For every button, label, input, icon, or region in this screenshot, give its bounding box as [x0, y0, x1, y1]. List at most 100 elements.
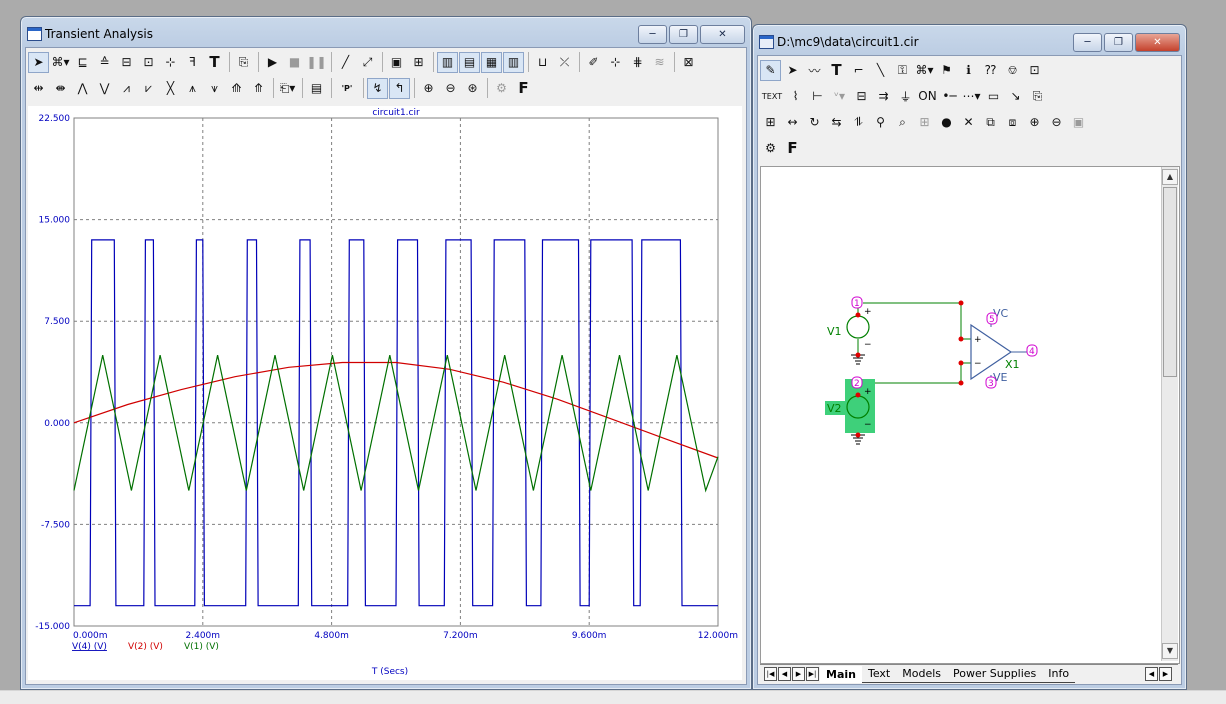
- rotate-icon[interactable]: ↻: [804, 112, 825, 133]
- text-tool-icon[interactable]: T: [204, 52, 225, 73]
- zoom-in-icon[interactable]: ⊕: [418, 78, 439, 99]
- global-low-icon[interactable]: ⩛: [204, 78, 225, 99]
- plot-panel[interactable]: 22.500 15.000 7.500 0.000 -7.500 -15.000 0.00…: [28, 106, 742, 680]
- pause-icon[interactable]: ❚❚: [306, 52, 327, 73]
- minimize-button[interactable]: ─: [638, 25, 667, 44]
- flip-v-icon[interactable]: ⥮: [848, 112, 869, 133]
- schematic-vertical-scrollbar[interactable]: ▲ ▼: [1161, 167, 1178, 661]
- zoom-fit-icon[interactable]: ⊛: [462, 78, 483, 99]
- y-cursor-icon[interactable]: ↰: [389, 77, 410, 99]
- run-icon[interactable]: ▶: [262, 52, 283, 73]
- close-button[interactable]: ✕: [700, 25, 745, 44]
- mirror-icon[interactable]: ↔: [782, 112, 803, 133]
- cursor-right-icon[interactable]: ⇼: [50, 78, 71, 99]
- plot-p-icon[interactable]: 'P': [335, 78, 359, 99]
- zoom-out-icon[interactable]: ⊖: [1046, 112, 1067, 133]
- global-settings-icon[interactable]: ⚙: [760, 138, 781, 159]
- graph-text-icon[interactable]: ⊑: [72, 52, 93, 73]
- cancel-icon[interactable]: ✕: [958, 112, 979, 133]
- wire-dots-icon[interactable]: •─: [939, 86, 960, 107]
- graphics-dropdown-icon[interactable]: ⌘▾: [914, 60, 935, 81]
- font-tag-icon[interactable]: ꟻ: [182, 52, 203, 73]
- valley-search-icon[interactable]: ⋁: [94, 78, 115, 99]
- tab-text[interactable]: Text: [861, 665, 897, 683]
- x-cursor-icon[interactable]: ↯: [367, 77, 388, 99]
- pin-icon[interactable]: ⊢: [807, 86, 828, 107]
- wave-icon[interactable]: ≋: [649, 52, 670, 73]
- slope-marker-icon[interactable]: ⋕: [627, 52, 648, 73]
- circuit-diagram[interactable]: + − V1 + − V2 + − X1 VC VE 1 2 3 4 5: [761, 167, 1161, 661]
- info-icon[interactable]: ℹ: [958, 60, 979, 81]
- legend-entry[interactable]: V(1) (V): [184, 642, 219, 652]
- slope-icon[interactable]: ⤢: [357, 52, 378, 73]
- flip-icon[interactable]: ⇆: [826, 112, 847, 133]
- zoom-in-icon[interactable]: ⊕: [1024, 112, 1045, 133]
- component-mode-icon[interactable]: ✎: [760, 59, 781, 81]
- schematic-maximize-button[interactable]: ❐: [1104, 33, 1133, 52]
- tab-power-supplies[interactable]: Power Supplies: [947, 665, 1043, 683]
- schematic-title-bar[interactable]: D:\mc9\data\circuit1.cir ─ ❐ ✕: [753, 25, 1186, 59]
- maximize-button[interactable]: ❐: [669, 25, 698, 44]
- stop-icon[interactable]: ■: [284, 52, 305, 73]
- voltage-icon[interactable]: ᵛ▾: [829, 86, 850, 107]
- diagonal-wire-icon[interactable]: ╲: [870, 60, 891, 81]
- transient-plot[interactable]: 22.500 15.000 7.500 0.000 -7.500 -15.000 0.00…: [28, 106, 742, 680]
- zoom-out-icon[interactable]: ⊖: [440, 78, 461, 99]
- scale-dropdown-icon[interactable]: ⌘▾: [50, 52, 71, 73]
- font-icon[interactable]: F: [513, 78, 534, 99]
- peak-icon[interactable]: ✐: [583, 52, 604, 73]
- properties-icon[interactable]: ⎘: [1027, 86, 1048, 107]
- cursor-left-icon[interactable]: ⇹: [28, 78, 49, 99]
- scrollbar-thumb[interactable]: [1163, 187, 1177, 377]
- tab-models[interactable]: Models: [896, 665, 947, 683]
- legend-entry[interactable]: V(4) (V): [72, 642, 107, 652]
- wire-mode-icon[interactable]: 〰: [804, 60, 825, 81]
- box-icon[interactable]: ⊟: [116, 52, 137, 73]
- tab-info[interactable]: Info: [1042, 665, 1076, 683]
- go-icon[interactable]: ●: [936, 112, 957, 133]
- v1-source-symbol[interactable]: [846, 315, 870, 339]
- minor-v-grid-icon[interactable]: ▥: [503, 51, 524, 73]
- low-icon[interactable]: ⩗: [138, 78, 159, 99]
- legend-entry[interactable]: V(2) (V): [128, 642, 163, 652]
- prev-page-icon[interactable]: ◀: [778, 667, 791, 681]
- title-bar[interactable]: Transient Analysis ─ ❐ ✕: [21, 17, 751, 51]
- wire-icon[interactable]: ⌐: [848, 60, 869, 81]
- animate-icon[interactable]: ⎗▾: [277, 78, 298, 99]
- pin-connections-icon[interactable]: ⇉: [873, 86, 894, 107]
- cursor-line-icon[interactable]: ⤫: [554, 52, 575, 73]
- data-table-icon[interactable]: ▤: [306, 78, 327, 99]
- remove-cursor-icon[interactable]: ⊠: [678, 52, 699, 73]
- frame-icon[interactable]: ▣: [386, 52, 407, 73]
- point-tag-icon[interactable]: ⊹: [160, 52, 181, 73]
- top-icon[interactable]: ⟰: [226, 78, 247, 99]
- options-icon[interactable]: ⚙: [491, 78, 512, 99]
- scroll-up-arrow-icon[interactable]: ▲: [1162, 169, 1178, 185]
- vertical-grid-icon[interactable]: ▥: [437, 51, 458, 73]
- cursor-icon[interactable]: ↘: [1005, 86, 1026, 107]
- bottom-icon[interactable]: ⤊: [248, 78, 269, 99]
- draw-tag-icon[interactable]: ⊡: [138, 52, 159, 73]
- tab-main[interactable]: Main: [820, 665, 862, 683]
- horizontal-grid-icon[interactable]: ▤: [459, 51, 480, 73]
- line-icon[interactable]: ╱: [335, 52, 356, 73]
- grid-dots-icon[interactable]: ⋯▾: [961, 86, 982, 107]
- first-page-icon[interactable]: |◀: [764, 667, 777, 681]
- schematic-canvas[interactable]: + − V1 + − V2 + − X1 VC VE 1 2 3 4 5 ▲ ▼: [760, 166, 1180, 664]
- help-icon[interactable]: ⁇: [980, 60, 1001, 81]
- grid-icon[interactable]: ⊞: [408, 52, 429, 73]
- peak-search-icon[interactable]: ⋀: [72, 78, 93, 99]
- node-numbers-icon[interactable]: ⌇: [785, 86, 806, 107]
- paste-icon[interactable]: ⧈: [1002, 112, 1023, 133]
- schematic-close-button[interactable]: ✕: [1135, 33, 1180, 52]
- probe-icon[interactable]: ⊡: [1024, 60, 1045, 81]
- last-page-icon[interactable]: ▶|: [806, 667, 819, 681]
- page-icon[interactable]: ⊞: [760, 112, 781, 133]
- next-page-icon[interactable]: ▶: [792, 667, 805, 681]
- minor-grid-icon[interactable]: ▦: [481, 51, 502, 73]
- copy-icon[interactable]: ⧉: [980, 112, 1001, 133]
- binoculars-icon[interactable]: ⌕: [892, 112, 913, 133]
- on-icon[interactable]: ON: [917, 86, 938, 107]
- find-icon[interactable]: ⚲: [870, 112, 891, 133]
- select-arrow-icon[interactable]: ➤: [28, 51, 49, 73]
